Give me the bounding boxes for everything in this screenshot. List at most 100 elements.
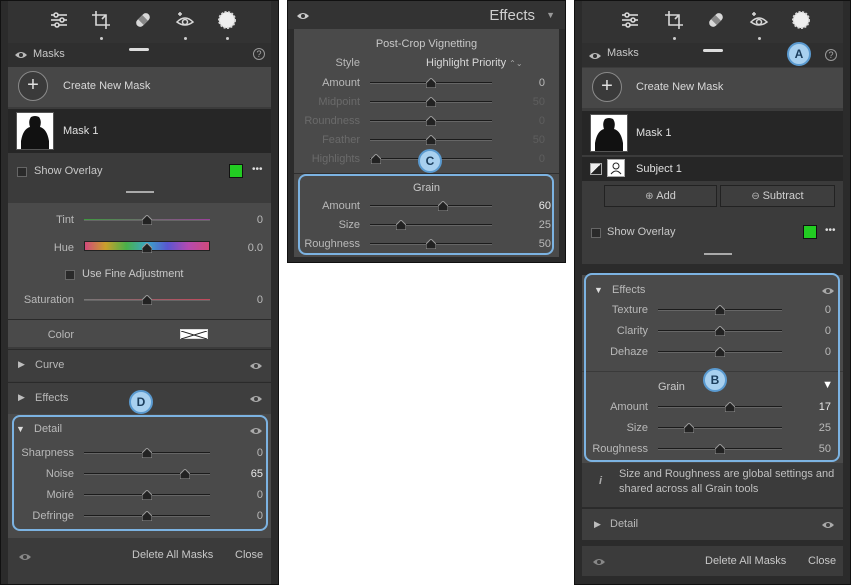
collapse-handle[interactable] (703, 49, 723, 52)
amount-value[interactable]: 0 (539, 77, 545, 89)
midpoint-value[interactable]: 50 (533, 96, 545, 108)
eye-icon[interactable] (14, 50, 28, 60)
eye-icon[interactable] (588, 51, 602, 61)
red-eye-icon[interactable] (174, 9, 196, 31)
create-mask-row[interactable]: + Create New Mask (582, 68, 843, 108)
more-options-icon[interactable]: ••• (825, 225, 836, 236)
subtract-button[interactable]: ⊖ Subtract (720, 185, 835, 207)
expand-triangle-icon[interactable]: ▶ (18, 392, 25, 403)
resize-handle[interactable] (704, 253, 732, 255)
curve-title[interactable]: Curve (35, 359, 64, 371)
feather-thumb[interactable] (426, 135, 436, 145)
saturation-label: Saturation (23, 294, 74, 306)
create-new-mask-label[interactable]: Create New Mask (63, 80, 150, 92)
roundness-thumb[interactable] (426, 116, 436, 126)
highlights-label: Highlights (311, 153, 360, 165)
fine-adjust-label[interactable]: Use Fine Adjustment (82, 268, 184, 280)
mask1-label[interactable]: Mask 1 (63, 125, 98, 137)
show-overlay-label[interactable]: Show Overlay (34, 165, 102, 177)
color-swatch-none[interactable] (180, 329, 208, 340)
delete-all-masks-button[interactable]: Delete All Masks (132, 549, 213, 561)
add-button[interactable]: ⊕ Add (604, 185, 717, 207)
info-icon: i (599, 475, 603, 487)
collapse-triangle-icon[interactable]: ▼ (546, 10, 555, 20)
eye-icon[interactable] (821, 520, 835, 530)
eye-icon[interactable] (249, 394, 263, 404)
invert-icon[interactable] (590, 163, 602, 175)
midpoint-thumb[interactable] (426, 97, 436, 107)
effects-title[interactable]: Effects (35, 392, 68, 404)
healing-bandage-icon[interactable] (132, 9, 154, 31)
callout-d: D (129, 390, 153, 414)
show-overlay-checkbox[interactable] (17, 167, 27, 177)
masks-header: Masks ? (8, 43, 271, 67)
show-overlay-checkbox[interactable] (591, 228, 601, 238)
overlay-color-swatch[interactable] (229, 164, 243, 178)
midpoint-label: Midpoint (318, 96, 360, 108)
masks-title: Masks (607, 47, 639, 59)
resize-handle[interactable] (126, 191, 154, 193)
hue-label: Hue (53, 242, 74, 254)
create-mask-row[interactable]: + Create New Mask (8, 67, 271, 107)
masking-icon[interactable] (216, 9, 238, 31)
mask1-label[interactable]: Mask 1 (636, 127, 671, 139)
roundness-label: Roundness (304, 115, 360, 127)
updown-chevron-icon: ⌃⌄ (509, 59, 523, 68)
subject1-label[interactable]: Subject 1 (636, 163, 682, 175)
vignette-title: Post-Crop Vignetting (375, 38, 478, 50)
close-button[interactable]: Close (235, 549, 263, 561)
highlights-thumb[interactable] (371, 154, 382, 164)
detail-header[interactable]: ▶ Detail (582, 508, 843, 540)
amount-thumb[interactable] (426, 78, 436, 88)
overlay-color-swatch[interactable] (803, 225, 817, 239)
tint-thumb[interactable] (142, 215, 152, 225)
mask-list-item[interactable]: Mask 1 (582, 111, 843, 155)
crop-indicator-dot (673, 37, 676, 40)
help-icon[interactable]: ? (825, 49, 837, 61)
healing-bandage-icon[interactable] (705, 9, 727, 31)
close-button[interactable]: Close (808, 555, 836, 567)
edit-sliders-icon[interactable] (619, 9, 641, 31)
fine-adjust-checkbox[interactable] (65, 270, 75, 280)
expand-triangle-icon[interactable]: ▶ (18, 359, 25, 370)
effects-header[interactable]: Effects ▼ (288, 1, 565, 29)
left-footer: Delete All Masks Close (8, 541, 271, 571)
saturation-value[interactable]: 0 (257, 294, 263, 306)
plus-icon[interactable]: + (592, 72, 622, 102)
highlights-value[interactable]: 0 (539, 153, 545, 165)
edit-sliders-icon[interactable] (48, 9, 70, 31)
detail-title[interactable]: Detail (610, 518, 638, 530)
right-footer: Delete All Masks Close (582, 546, 843, 576)
eye-icon[interactable] (18, 552, 32, 562)
eye-icon[interactable] (592, 557, 606, 567)
detail-highlight (12, 415, 268, 531)
eye-icon[interactable] (296, 11, 310, 21)
masking-icon[interactable] (790, 9, 812, 31)
show-overlay-label[interactable]: Show Overlay (607, 226, 675, 238)
feather-value[interactable]: 50 (533, 134, 545, 146)
crop-icon[interactable] (90, 9, 112, 31)
redeye-indicator-dot (184, 37, 187, 40)
red-eye-icon[interactable] (748, 9, 770, 31)
create-new-mask-label[interactable]: Create New Mask (636, 81, 723, 93)
hue-thumb[interactable] (142, 243, 152, 253)
saturation-thumb[interactable] (142, 295, 152, 305)
subject-component-row[interactable]: Subject 1 (582, 157, 843, 181)
masks-title: Masks (33, 48, 65, 60)
collapse-handle[interactable] (129, 48, 149, 51)
crop-icon[interactable] (663, 9, 685, 31)
style-select[interactable]: Highlight Priority ⌃⌄ (426, 57, 523, 69)
plus-icon[interactable]: + (18, 71, 48, 101)
help-icon[interactable]: ? (253, 48, 265, 60)
effects-title[interactable]: Effects (489, 7, 535, 24)
more-options-icon[interactable]: ••• (252, 164, 263, 175)
roundness-value[interactable]: 0 (539, 115, 545, 127)
tool-strip (582, 1, 843, 43)
expand-triangle-icon[interactable]: ▶ (594, 519, 601, 530)
tint-value[interactable]: 0 (257, 214, 263, 226)
curve-header[interactable]: ▶ Curve (8, 349, 271, 381)
delete-all-masks-button[interactable]: Delete All Masks (705, 555, 786, 567)
eye-icon[interactable] (249, 361, 263, 371)
hue-value[interactable]: 0.0 (248, 242, 263, 254)
mask-list-item[interactable]: Mask 1 (8, 109, 271, 153)
